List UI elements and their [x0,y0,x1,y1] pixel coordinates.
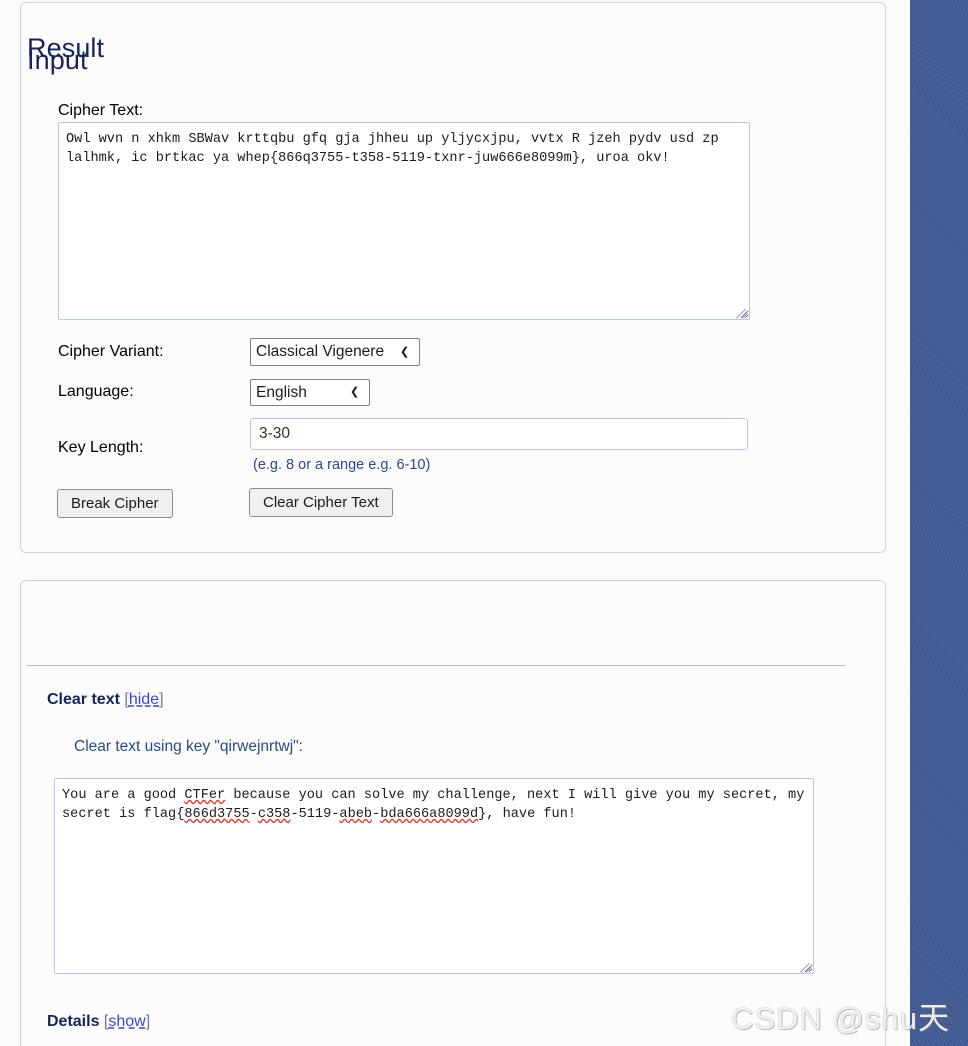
misspelled-word: 866d3755 [184,807,250,822]
bracket-close: ] [145,1013,151,1030]
break-cipher-button[interactable]: Break Cipher [57,489,173,518]
details-heading-label: Details [47,1013,100,1030]
misspelled-word: bda666a8099d [380,807,479,822]
clear-text-key-line: Clear text using key "qirwejnrtwj": [74,738,303,755]
right-decorative-panel [910,0,968,1046]
key-length-hint: (e.g. 8 or a range e.g. 6-10) [253,457,431,473]
clear-cipher-text-button[interactable]: Clear Cipher Text [249,488,393,517]
cipher-text-label: Cipher Text: [58,102,144,119]
clear-text-heading: Clear text [hide] [47,691,164,709]
misspelled-word: c358 [257,807,291,822]
cipher-variant-select[interactable]: Classical Vigenere [250,338,420,366]
clear-text-output[interactable]: You are a good CTFer because you can sol… [54,778,814,974]
result-divider [27,665,845,666]
clear-text-segment: You are a good [62,788,185,803]
clear-text-segment: -5119- [290,807,340,822]
language-select[interactable]: English [250,379,370,406]
csdn-watermark: CSDN @shu天 [731,1001,950,1036]
misspelled-word: abeb [339,807,373,822]
bracket-close: ] [159,691,164,708]
key-length-label: Key Length: [58,439,144,456]
misspelled-word: CTFer [184,788,226,803]
clear-text-segment: - [372,807,381,822]
page-content: Input Cipher Text: Owl wvn n xhkm SBWav … [0,0,910,1046]
cipher-variant-label: Cipher Variant: [58,343,164,360]
details-heading: Details [show] [47,1013,150,1031]
clear-text-heading-label: Clear text [47,691,120,708]
key-length-input[interactable] [250,418,748,450]
clear-text-segment: - [249,807,258,822]
clear-text-segment: }, have fun! [478,807,577,822]
result-section-title: Result [27,33,105,63]
language-label: Language: [58,383,134,400]
clear-text-hide-link[interactable]: hide [129,691,159,708]
details-show-link[interactable]: show [108,1013,145,1030]
cipher-text-input[interactable]: Owl wvn n xhkm SBWav krttqbu gfq gja jhh… [58,122,750,320]
